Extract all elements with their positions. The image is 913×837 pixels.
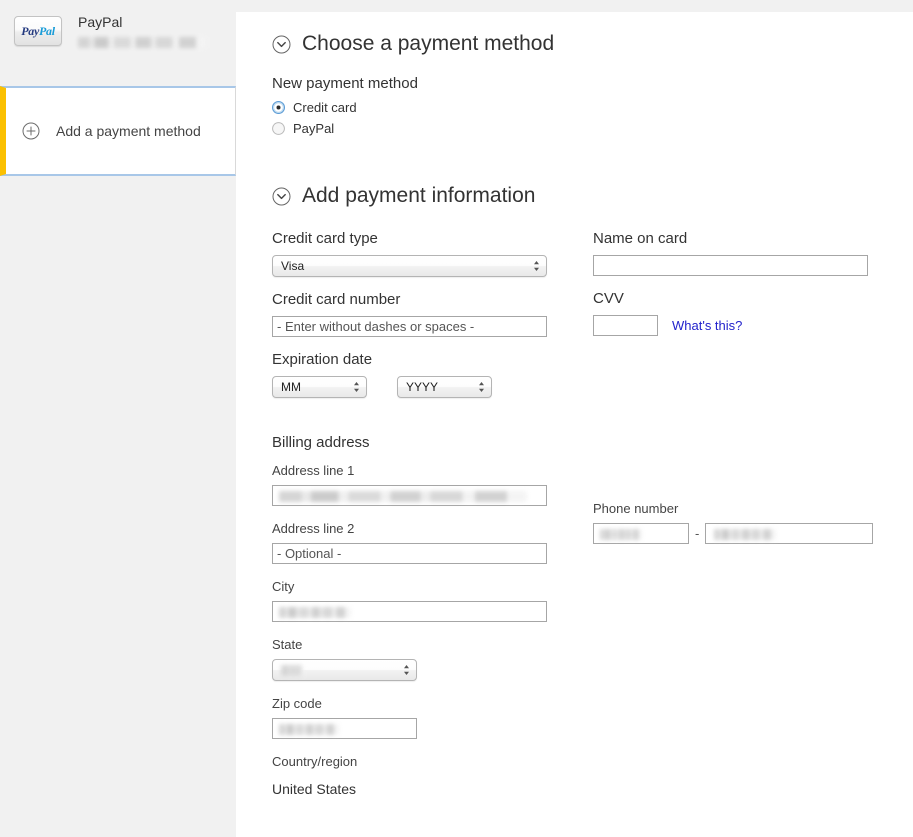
paypal-logo-text-a: Pay	[21, 24, 39, 38]
field-credit-card-type: Credit card type Visa	[272, 230, 562, 277]
credit-card-type-select[interactable]: Visa	[272, 255, 547, 277]
chevron-down-circle-icon[interactable]	[272, 35, 291, 54]
credit-card-number-input[interactable]: - Enter without dashes or spaces -	[272, 316, 547, 337]
field-city: City	[272, 578, 562, 622]
cvv-input[interactable]	[593, 315, 658, 336]
new-payment-method-subhead: New payment method	[272, 75, 418, 92]
radio-option-paypal-label: PayPal	[293, 121, 335, 136]
field-name-on-card: Name on card	[593, 230, 883, 276]
phone-area-code-input[interactable]	[593, 523, 689, 544]
redacted-phone-area-code	[600, 529, 642, 540]
country-region-value: United States	[272, 781, 357, 797]
credit-card-type-value: Visa	[281, 259, 305, 273]
state-label: State	[272, 637, 303, 652]
field-address-line-1: Address line 1	[272, 462, 562, 506]
radio-unselected-icon[interactable]	[272, 122, 285, 135]
expiration-month-value: MM	[281, 380, 301, 394]
field-country-region: Country/region United States	[272, 753, 562, 798]
field-state: State	[272, 636, 562, 681]
city-input[interactable]	[272, 601, 547, 622]
expiration-year-select[interactable]: YYYY	[397, 376, 492, 398]
select-arrows-icon	[534, 261, 539, 271]
payment-methods-sidebar: PayPal PayPal Add a payment method	[0, 0, 236, 837]
select-arrows-icon	[404, 665, 409, 675]
field-cvv: CVV What's this?	[593, 290, 883, 336]
credit-card-number-label: Credit card number	[272, 291, 401, 308]
sidebar-item-paypal[interactable]: PayPal PayPal	[0, 0, 236, 86]
paypal-logo-icon: PayPal	[14, 16, 62, 46]
billing-address-heading: Billing address	[272, 434, 370, 451]
select-arrows-icon	[479, 382, 484, 392]
form-column-right: Name on card CVV What's this? Phone numb…	[593, 230, 883, 558]
expiration-month-select[interactable]: MM	[272, 376, 367, 398]
cvv-label: CVV	[593, 290, 624, 307]
choose-payment-method-header[interactable]: Choose a payment method	[272, 32, 913, 56]
add-payment-information-title: Add payment information	[302, 184, 536, 207]
payment-methods-page: PayPal PayPal Add a payment method Choos…	[0, 0, 913, 837]
address-line-2-input[interactable]: - Optional -	[272, 543, 547, 564]
credit-card-number-placeholder: - Enter without dashes or spaces -	[277, 319, 475, 334]
phone-number-input[interactable]	[705, 523, 874, 544]
radio-option-credit-card-label: Credit card	[293, 100, 357, 115]
expiration-year-value: YYYY	[406, 380, 439, 394]
redacted-address-line-1	[279, 491, 527, 502]
radio-selected-icon[interactable]	[272, 101, 285, 114]
cvv-help-link[interactable]: What's this?	[672, 318, 742, 333]
address-line-1-input[interactable]	[272, 485, 547, 506]
address-line-2-label: Address line 2	[272, 521, 355, 536]
credit-card-type-label: Credit card type	[272, 230, 378, 247]
address-line-1-label: Address line 1	[272, 463, 355, 478]
radio-option-credit-card[interactable]: Credit card	[272, 98, 913, 117]
select-arrows-icon	[354, 382, 359, 392]
redacted-phone-number	[714, 529, 777, 540]
phone-separator: -	[695, 526, 700, 541]
sidebar-item-paypal-title: PayPal	[78, 14, 123, 30]
city-label: City	[272, 579, 295, 594]
choose-payment-method-title: Choose a payment method	[302, 32, 555, 55]
zip-code-label: Zip code	[272, 696, 322, 711]
address-line-2-placeholder: - Optional -	[277, 546, 342, 561]
radio-option-paypal[interactable]: PayPal	[272, 119, 913, 138]
field-zip-code: Zip code	[272, 695, 562, 739]
paypal-logo-text-b: Pal	[39, 24, 55, 38]
sidebar-item-add-payment-method-label: Add a payment method	[56, 123, 201, 139]
phone-number-label: Phone number	[593, 501, 679, 516]
field-credit-card-number: Credit card number - Enter without dashe…	[272, 291, 562, 337]
field-phone-number: Phone number -	[593, 500, 883, 544]
redacted-paypal-account	[78, 37, 206, 48]
state-select[interactable]	[272, 659, 417, 681]
country-region-label: Country/region	[272, 754, 358, 769]
new-payment-method-radio-group: Credit card PayPal	[272, 98, 913, 138]
field-address-line-2: Address line 2 - Optional -	[272, 520, 562, 564]
name-on-card-input[interactable]	[593, 255, 868, 276]
chevron-down-circle-icon[interactable]	[272, 187, 291, 206]
add-payment-information-header[interactable]: Add payment information	[272, 184, 913, 208]
expiration-date-label: Expiration date	[272, 351, 373, 368]
main-panel: Choose a payment method New payment meth…	[236, 12, 913, 837]
plus-circle-icon	[22, 122, 40, 140]
redacted-zip-code	[279, 724, 339, 735]
name-on-card-label: Name on card	[593, 230, 688, 247]
redacted-state	[281, 664, 303, 676]
sidebar-item-add-payment-method[interactable]: Add a payment method	[0, 86, 236, 176]
form-column-left: Credit card type Visa Credit card number…	[272, 230, 562, 812]
field-expiration-date: Expiration date MM YYYY	[272, 351, 562, 398]
zip-code-input[interactable]	[272, 718, 417, 739]
redacted-city	[279, 607, 351, 618]
